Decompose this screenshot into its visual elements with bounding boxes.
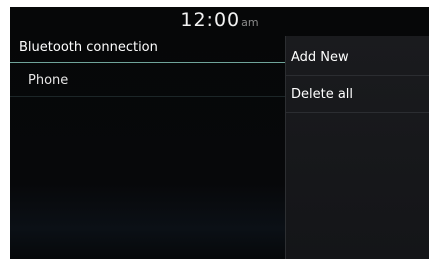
menu-divider xyxy=(286,112,429,113)
options-menu: Add New Delete all xyxy=(285,36,429,259)
list-item-label: Phone xyxy=(28,73,69,88)
delete-all-button[interactable]: Delete all xyxy=(286,76,429,112)
list-divider xyxy=(10,96,285,97)
add-new-button[interactable]: Add New xyxy=(286,39,429,75)
clock-ampm: am xyxy=(241,16,259,29)
page-title: Bluetooth connection xyxy=(19,40,158,55)
add-new-label: Add New xyxy=(291,50,349,65)
delete-all-label: Delete all xyxy=(291,87,354,102)
head-unit-screen: 12:00am Bluetooth connection Phone Add N… xyxy=(10,7,429,259)
list-header: Bluetooth connection xyxy=(10,36,285,63)
clock: 12:00am xyxy=(10,9,429,31)
list-item-phone[interactable]: Phone xyxy=(10,63,285,96)
clock-time: 12:00 xyxy=(180,9,241,31)
status-bar: 12:00am xyxy=(10,7,429,36)
